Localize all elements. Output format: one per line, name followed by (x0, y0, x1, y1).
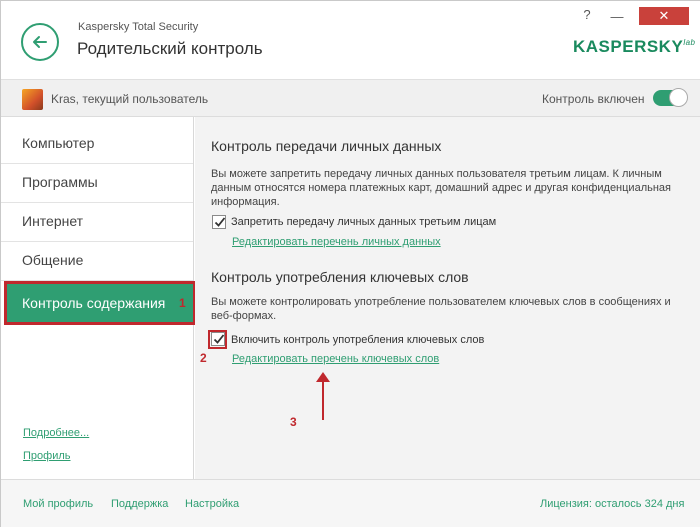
edit-personal-data-link[interactable]: Редактировать перечень личных данных (232, 236, 441, 248)
back-button[interactable] (21, 23, 59, 61)
license-status[interactable]: Лицензия: осталось 324 дня (540, 498, 684, 510)
sidebar: Компьютер Программы Интернет Общение Кон… (1, 117, 196, 479)
edit-keywords-link[interactable]: Редактировать перечень ключевых слов (232, 353, 439, 365)
control-toggle[interactable] (653, 88, 688, 107)
current-user-label: Kras, текущий пользователь (51, 92, 209, 106)
title-bar: Kaspersky Total Security Родительский ко… (1, 1, 700, 79)
personal-data-title: Контроль передачи личных данных (211, 138, 442, 154)
sidebar-item-label: Интернет (22, 213, 84, 229)
support-link[interactable]: Поддержка (111, 498, 168, 510)
sidebar-item-communication[interactable]: Общение (1, 242, 193, 281)
sidebar-item-label: Общение (22, 252, 84, 268)
annotation-3: 3 (290, 415, 297, 429)
keywords-description: Вы можете контролировать употребление по… (211, 296, 671, 322)
checkmark-icon (213, 334, 225, 344)
sidebar-item-label: Программы (22, 174, 98, 190)
app-name: Kaspersky Total Security (78, 21, 199, 33)
personal-data-description: Вы можете запретить передачу личных данн… (211, 168, 671, 208)
control-status-label: Контроль включен (542, 92, 645, 106)
footer: Мой профиль Поддержка Настройка Лицензия… (1, 479, 700, 527)
annotation-1: 1 (179, 296, 186, 310)
logo-suffix: lab (683, 38, 696, 47)
block-personal-data-label: Запретить передачу личных данных третьим… (231, 216, 497, 228)
keywords-control-checkbox[interactable] (211, 332, 225, 346)
arrow-left-icon (33, 36, 47, 48)
annotation-2: 2 (200, 351, 207, 365)
settings-link[interactable]: Настройка (185, 498, 239, 510)
more-link[interactable]: Подробнее... (23, 427, 89, 439)
block-personal-data-checkbox[interactable] (212, 215, 226, 229)
keywords-control-label: Включить контроль употребления ключевых … (231, 334, 485, 346)
avatar (22, 89, 43, 110)
sidebar-item-computer[interactable]: Компьютер (1, 125, 193, 164)
toggle-knob (669, 88, 688, 107)
sidebar-item-label: Контроль содержания (22, 295, 166, 311)
sidebar-item-label: Компьютер (22, 135, 95, 151)
profile-link[interactable]: Профиль (23, 450, 71, 462)
user-bar: Kras, текущий пользователь Контроль вклю… (1, 79, 700, 117)
logo-text: KASPERSKY (573, 37, 684, 56)
sidebar-item-internet[interactable]: Интернет (1, 203, 193, 242)
sidebar-item-programs[interactable]: Программы (1, 164, 193, 203)
help-button[interactable]: ? (575, 5, 599, 23)
main-panel: Контроль передачи личных данных Вы может… (195, 117, 700, 479)
close-button[interactable]: ✕ (639, 7, 689, 25)
kaspersky-logo: KASPERSKYlab (573, 37, 696, 57)
checkmark-icon (214, 217, 226, 227)
app-window: Kaspersky Total Security Родительский ко… (0, 0, 700, 527)
page-title: Родительский контроль (77, 39, 263, 58)
my-profile-link[interactable]: Мой профиль (23, 498, 93, 510)
keywords-title: Контроль употребления ключевых слов (211, 269, 469, 285)
arrow-up-icon (316, 372, 330, 420)
minimize-button[interactable]: — (605, 7, 629, 25)
sidebar-item-content-control[interactable]: Контроль содержания 1 (4, 281, 196, 325)
